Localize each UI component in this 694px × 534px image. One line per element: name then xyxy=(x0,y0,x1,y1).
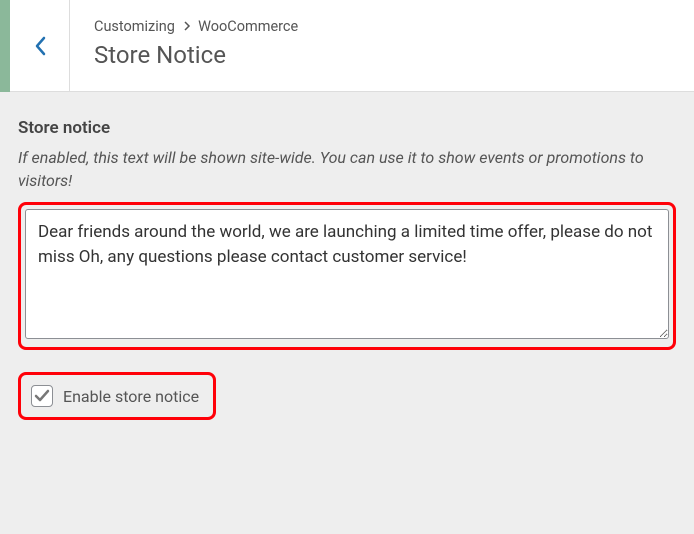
textarea-highlight xyxy=(18,202,676,350)
header-content: Customizing WooCommerce Store Notice xyxy=(70,0,694,92)
section-description: If enabled, this text will be shown site… xyxy=(18,146,676,192)
breadcrumb: Customizing WooCommerce xyxy=(94,18,670,35)
enable-store-notice-checkbox[interactable]: Enable store notice xyxy=(31,385,199,407)
chevron-right-icon xyxy=(183,21,191,34)
checkbox-box xyxy=(31,385,53,407)
breadcrumb-root: Customizing xyxy=(94,18,175,35)
panel-body: Store notice If enabled, this text will … xyxy=(0,92,694,440)
section-label: Store notice xyxy=(18,118,676,138)
page-title: Store Notice xyxy=(94,41,670,69)
checkbox-label: Enable store notice xyxy=(63,387,199,406)
chevron-left-icon xyxy=(33,35,47,57)
breadcrumb-parent: WooCommerce xyxy=(198,18,298,35)
checkbox-highlight: Enable store notice xyxy=(18,372,216,420)
check-icon xyxy=(34,389,50,403)
accent-stripe xyxy=(0,0,10,92)
back-button[interactable] xyxy=(10,0,70,92)
store-notice-textarea[interactable] xyxy=(25,209,669,339)
